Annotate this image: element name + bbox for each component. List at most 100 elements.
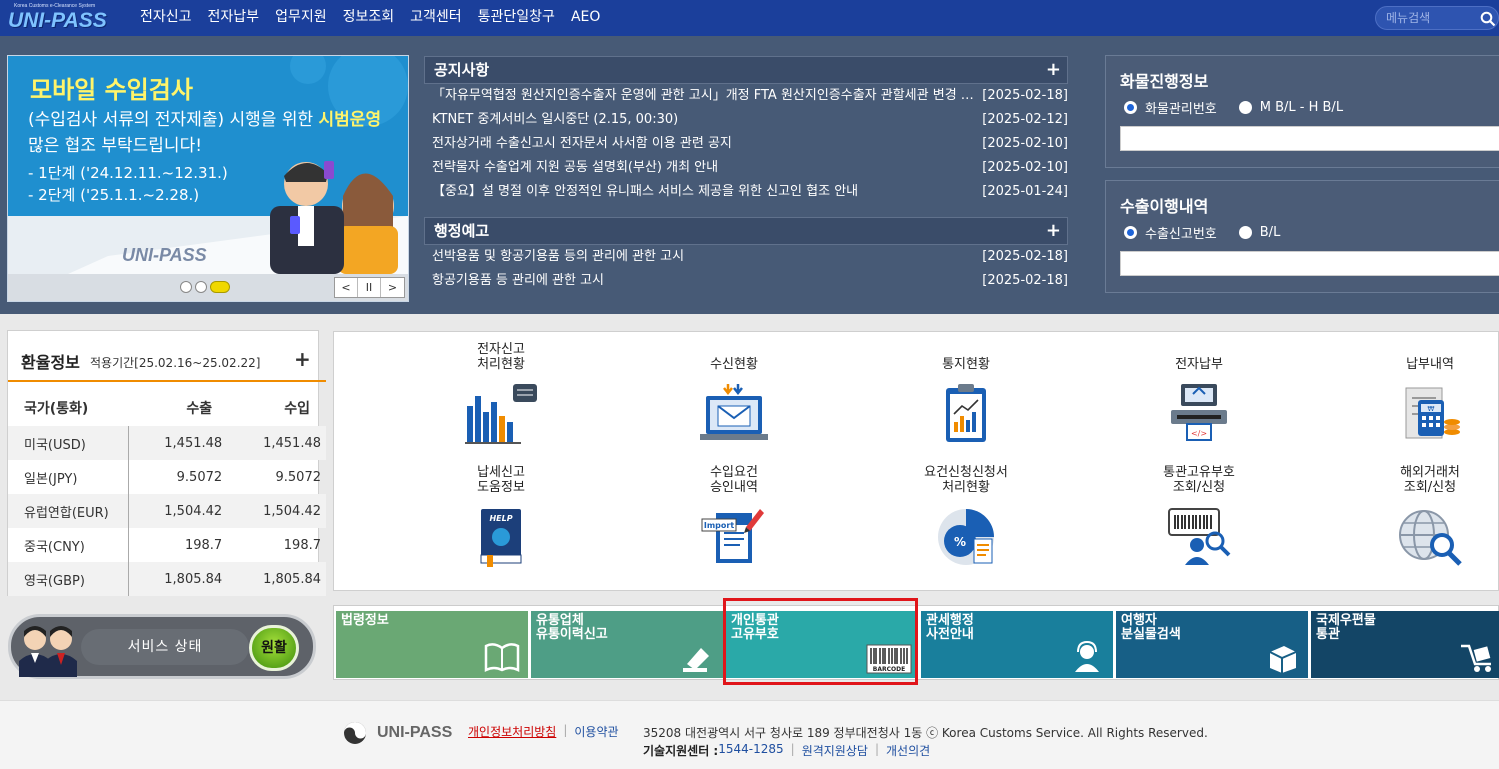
menu-e-payment[interactable]: 전자납부 — [208, 0, 260, 36]
tile-label: 여행자 — [1121, 613, 1157, 628]
government-emblem-icon — [344, 722, 366, 744]
menu-single-window[interactable]: 통관단일창구 — [478, 0, 555, 36]
export-radio-bl[interactable]: B/L — [1238, 223, 1281, 242]
tech-support-phone[interactable]: 1544-1285 — [718, 742, 783, 759]
svg-text:%: % — [954, 535, 966, 549]
tile-label: 관세행정 — [926, 613, 974, 628]
quick-menu-receipt-status[interactable]: 수신현황 — [674, 340, 794, 450]
export-number-input[interactable] — [1120, 251, 1499, 276]
banner-dot-3-active[interactable] — [210, 281, 230, 293]
exchange-rate-more-button[interactable]: + — [294, 347, 311, 371]
table-header-row: 국가(통화) 수출 수입 — [8, 390, 326, 426]
menu-e-declaration[interactable]: 전자신고 — [140, 0, 192, 36]
admin-notice-item[interactable]: 선박용품 및 항공기용품 등의 관리에 관한 고시 [2025-02-18] — [424, 245, 1068, 269]
label-line-2: 조회/신청 — [1403, 480, 1457, 495]
notice-item-title[interactable]: 「자유무역협정 원산지인증수출자 운영에 관한 고시」개정 FTA 원산지인증수… — [432, 84, 982, 108]
tile-distribution-report[interactable]: 유통업체 유통이력신고 — [531, 611, 723, 678]
promo-banner[interactable]: UNI-PASS 모바일 수입검사 (수입검사 서류의 전자제출) 시행을 위한… — [7, 55, 409, 302]
menu-business-support[interactable]: 업무지원 — [275, 0, 327, 36]
tile-international-mail[interactable]: 국제우편물 통관 — [1311, 611, 1499, 678]
tile-customs-guidance[interactable]: 관세행정 사전안내 — [921, 611, 1113, 678]
quick-menu-import-approval[interactable]: 수입요건 승인내역 Import — [674, 463, 794, 573]
export-rate: 198.7 — [127, 528, 229, 562]
banner-dot-2[interactable] — [195, 281, 207, 293]
footer-links: 개인정보처리방침 | 이용약관 — [468, 723, 619, 740]
radio-unselected[interactable] — [1238, 101, 1252, 114]
tile-lost-and-found[interactable]: 여행자 분실물검색 — [1116, 611, 1308, 678]
stamp-icon — [683, 648, 709, 672]
admin-notice-more-button[interactable]: + — [1046, 218, 1061, 244]
quick-menu-label: 수입요건 승인내역 — [674, 463, 794, 495]
radio-label: 수출신고번호 — [1145, 227, 1217, 242]
menu-aeo[interactable]: AEO — [571, 0, 600, 36]
tile-law-info[interactable]: 법령정보 — [336, 611, 528, 678]
notice-item-title[interactable]: 【중요】설 명절 이후 안정적인 유니패스 서비스 제공을 위한 신고인 협조 … — [432, 180, 982, 204]
banner-dot-1[interactable] — [180, 281, 192, 293]
quick-menu-requirement-status[interactable]: 요건신청신청서 처리현황 % — [906, 463, 1026, 573]
quick-menu-e-payment[interactable]: 전자납부 </> — [1139, 340, 1259, 450]
radio-label: B/L — [1259, 225, 1281, 240]
notice-item[interactable]: 전략물자 수출업계 지원 공동 설명회(부산) 개최 안내 [2025-02-10… — [424, 156, 1068, 180]
feedback-link[interactable]: 개선의견 — [886, 742, 930, 759]
divider — [8, 380, 326, 382]
menu-search-input[interactable] — [1386, 10, 1466, 26]
footer: UNI-PASS 개인정보처리방침 | 이용약관 35208 대전광역시 서구 … — [0, 700, 1499, 769]
privacy-policy-link[interactable]: 개인정보처리방침 — [468, 723, 556, 740]
notice-item[interactable]: 「자유무역협정 원산지인증수출자 운영에 관한 고시」개정 FTA 원산지인증수… — [424, 84, 1068, 108]
remote-support-link[interactable]: 원격지원상담 — [802, 742, 868, 759]
top-navigation-bar: Korea Customs e-Clearance System UNI-PAS… — [0, 0, 1499, 36]
terms-link[interactable]: 이용약관 — [574, 723, 618, 740]
table-row: 중국(CNY) 198.7 198.7 — [8, 528, 326, 562]
unipass-logo[interactable]: Korea Customs e-Clearance System UNI-PAS… — [8, 3, 110, 35]
quick-menu-label: 수신현황 — [674, 340, 794, 372]
notice-item[interactable]: KTNET 중계서비스 일시중단 (2.15, 00:30) [2025-02-1… — [424, 108, 1068, 132]
cargo-number-input[interactable] — [1120, 126, 1499, 151]
radio-selected[interactable] — [1124, 226, 1137, 239]
banner-prev-button[interactable]: < — [335, 278, 358, 297]
notice-item-title[interactable]: KTNET 중계서비스 일시중단 (2.15, 00:30) — [432, 108, 982, 132]
notice-more-button[interactable]: + — [1046, 57, 1061, 83]
radio-selected[interactable] — [1124, 101, 1137, 114]
notice-item[interactable]: 전자상거래 수출신고시 전자문서 사서함 이용 관련 공지 [2025-02-10… — [424, 132, 1068, 156]
notice-item-date: [2025-02-10] — [982, 136, 1068, 151]
notice-item-title[interactable]: 전략물자 수출업계 지원 공동 설명회(부산) 개최 안내 — [432, 156, 982, 180]
label-line-2: 처리현황 — [477, 357, 525, 372]
banner-pause-button[interactable]: II — [358, 278, 381, 297]
quick-menu-notification-status[interactable]: 통지현황 — [906, 340, 1026, 450]
quick-menu-label: 전자신고 처리현황 — [441, 340, 561, 372]
notice-item[interactable]: 【중요】설 명절 이후 안정적인 유니패스 서비스 제공을 위한 신고인 협조 … — [424, 180, 1068, 204]
quick-menu-tax-help[interactable]: 납세신고 도움정보 HELP — [441, 463, 561, 573]
quick-menu-overseas-partner[interactable]: 해외거래처 조회/신청 — [1370, 463, 1490, 573]
import-rate: 9.5072 — [275, 469, 322, 485]
tile-label: 법령정보 — [341, 613, 389, 628]
cargo-radio-mgmt-no[interactable]: 화물관리번호 — [1124, 98, 1217, 117]
radio-unselected[interactable] — [1238, 226, 1252, 239]
banner-phase1: - 1단계 ('24.12.11.~12.31.) — [28, 164, 228, 182]
quick-menu-label: 해외거래처 조회/신청 — [1370, 463, 1490, 495]
quick-menu-customs-code[interactable]: 통관고유부호 조회/신청 — [1139, 463, 1259, 573]
mail-laptop-icon — [700, 384, 768, 440]
search-icon[interactable] — [1480, 11, 1496, 27]
admin-notice-item-title[interactable]: 항공기용품 등 관리에 관한 고시 — [432, 269, 982, 293]
quick-menu-payment-history[interactable]: 납부내역 ₩ — [1370, 340, 1490, 450]
quick-menu-e-declaration-status[interactable]: 전자신고 처리현황 — [441, 340, 561, 450]
banner-controls: < II > — [334, 277, 405, 298]
cargo-radio-bl[interactable]: M B/L - H B/L — [1238, 98, 1343, 117]
notice-item-title[interactable]: 전자상거래 수출신고시 전자문서 사서함 이용 관련 공지 — [432, 132, 982, 156]
admin-notice-item-title[interactable]: 선박용품 및 항공기용품 등의 관리에 관한 고시 — [432, 245, 982, 269]
label-line-1: 납세신고 — [477, 465, 525, 480]
label-line-2: 조회/신청 — [1172, 480, 1226, 495]
menu-info-lookup[interactable]: 정보조회 — [343, 0, 395, 36]
notice-item-date: [2025-01-24] — [982, 184, 1068, 199]
notice-board: 공지사항 + 「자유무역협정 원산지인증수출자 운영에 관한 고시」개정 FTA… — [424, 56, 1068, 204]
cargo-radio-group: 화물관리번호 M B/L - H B/L — [1124, 98, 1365, 117]
banner-next-button[interactable]: > — [381, 278, 404, 297]
table-row: 미국(USD) 1,451.48 1,451.48 — [8, 426, 326, 460]
menu-customer-center[interactable]: 고객센터 — [410, 0, 462, 36]
table-row: 유럽연합(EUR) 1,504.42 1,504.42 — [8, 494, 326, 528]
svg-text:</>: </> — [1191, 429, 1207, 438]
cart-icon — [1461, 644, 1491, 672]
admin-notice-item[interactable]: 항공기용품 등 관리에 관한 고시 [2025-02-18] — [424, 269, 1068, 293]
exchange-rate-title: 환율정보 — [21, 353, 80, 372]
export-radio-decl-no[interactable]: 수출신고번호 — [1124, 223, 1217, 242]
